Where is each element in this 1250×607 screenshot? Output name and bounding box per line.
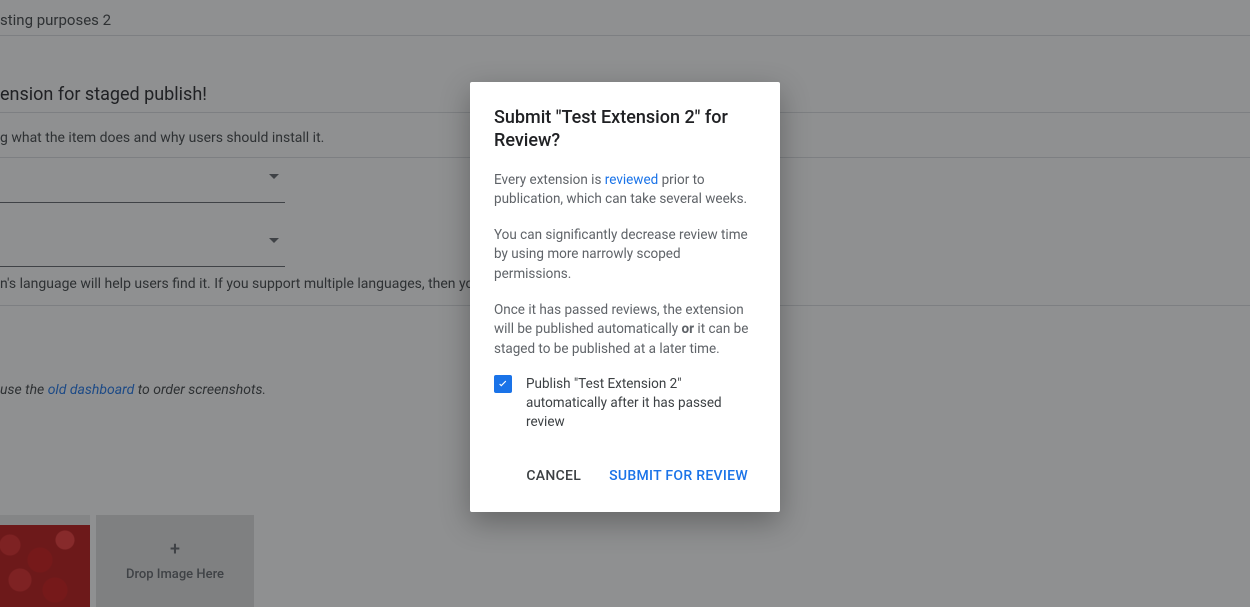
dialog-title: Submit "Test Extension 2" for Review? xyxy=(494,106,756,153)
dialog-paragraph-3: Once it has passed reviews, the extensio… xyxy=(494,301,756,360)
dialog-paragraph-2: You can significantly decrease review ti… xyxy=(494,226,756,285)
dialog-paragraph-1: Every extension is reviewed prior to pub… xyxy=(494,171,756,210)
submit-for-review-button[interactable]: SUBMIT FOR REVIEW xyxy=(601,460,756,492)
auto-publish-label: Publish "Test Extension 2" automatically… xyxy=(526,375,756,432)
submit-review-dialog: Submit "Test Extension 2" for Review? Ev… xyxy=(470,82,780,512)
dialog-actions: CANCEL SUBMIT FOR REVIEW xyxy=(494,452,756,500)
cancel-button[interactable]: CANCEL xyxy=(518,460,589,492)
checkmark-icon xyxy=(496,377,510,391)
auto-publish-checkbox-row: Publish "Test Extension 2" automatically… xyxy=(494,375,756,432)
auto-publish-checkbox[interactable] xyxy=(494,375,512,393)
modal-overlay: Submit "Test Extension 2" for Review? Ev… xyxy=(0,0,1250,607)
reviewed-link[interactable]: reviewed xyxy=(605,172,658,188)
